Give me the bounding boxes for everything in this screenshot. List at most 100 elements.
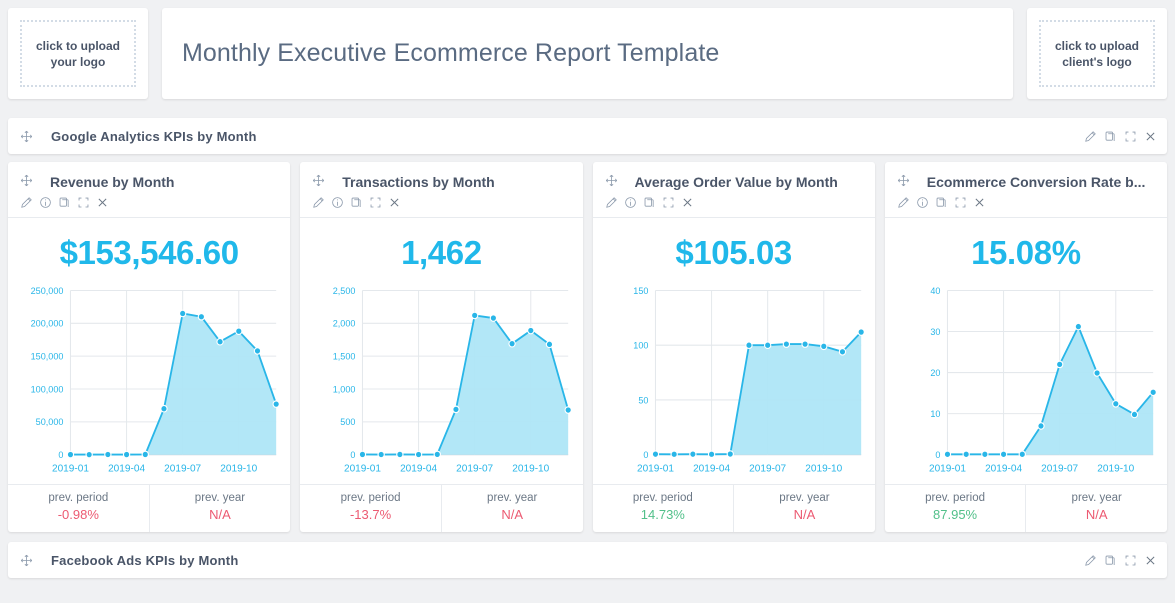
kpi-value: 1,462 bbox=[401, 234, 482, 271]
widget-transactions-by-month: Transactions by Month 1,462 0 500 1,000 1,5… bbox=[300, 162, 583, 532]
expand-icon[interactable] bbox=[1124, 554, 1137, 567]
kpi-widget-row: Revenue by Month $153,546.60 0 50,000 100,… bbox=[0, 162, 1175, 532]
prev-year-value: N/A bbox=[1085, 507, 1108, 522]
kpi-value: $105.03 bbox=[675, 234, 792, 271]
widget-title: Ecommerce Conversion Rate b... bbox=[926, 174, 1146, 190]
svg-text:2019-01: 2019-01 bbox=[636, 463, 673, 474]
prev-period-label: prev. period bbox=[632, 492, 693, 504]
svg-text:2,000: 2,000 bbox=[333, 319, 356, 329]
svg-text:2019-01: 2019-01 bbox=[344, 463, 381, 474]
report-title-card[interactable]: Monthly Executive Ecommerce Report Templ… bbox=[162, 8, 1013, 99]
svg-text:100: 100 bbox=[633, 340, 648, 350]
copy-icon[interactable] bbox=[935, 196, 948, 209]
chart-revenue-by-month: 0 50,000 100,000 150,000 200,000 250,000 2019-… bbox=[8, 280, 290, 484]
expand-icon[interactable] bbox=[1124, 130, 1137, 143]
close-icon[interactable] bbox=[96, 196, 109, 209]
expand-icon[interactable] bbox=[77, 196, 90, 209]
close-icon[interactable] bbox=[1144, 554, 1157, 567]
report-header: click to upload your logo Monthly Execut… bbox=[0, 0, 1175, 108]
close-icon[interactable] bbox=[1144, 130, 1157, 143]
copy-icon[interactable] bbox=[350, 196, 363, 209]
move-icon[interactable] bbox=[20, 130, 33, 143]
prev-period-value: 87.95% bbox=[933, 507, 978, 522]
widget-footer: prev. period 87.95% prev. year N/A bbox=[884, 484, 1167, 532]
upload-client-logo-box[interactable]: click to upload client's logo bbox=[1027, 8, 1167, 99]
widget-header: Average Order Value by Month bbox=[593, 162, 875, 190]
widget-header: Transactions by Month bbox=[300, 162, 582, 190]
widget-title: Average Order Value by Month bbox=[634, 174, 838, 190]
prev-period-value: 14.73% bbox=[640, 507, 685, 522]
copy-icon[interactable] bbox=[1104, 130, 1117, 143]
expand-icon[interactable] bbox=[954, 196, 967, 209]
svg-text:2019-10: 2019-10 bbox=[1097, 463, 1134, 474]
widget-toolbar bbox=[300, 190, 583, 218]
svg-text:2019-04: 2019-04 bbox=[985, 463, 1022, 474]
info-icon[interactable] bbox=[624, 196, 637, 209]
upload-client-logo-dropzone[interactable]: click to upload client's logo bbox=[1039, 20, 1155, 87]
svg-text:2019-10: 2019-10 bbox=[805, 463, 842, 474]
pencil-icon[interactable] bbox=[312, 196, 325, 209]
page-title: Monthly Executive Ecommerce Report Templ… bbox=[182, 39, 720, 67]
pencil-icon[interactable] bbox=[605, 196, 618, 209]
move-icon[interactable] bbox=[20, 554, 33, 567]
close-icon[interactable] bbox=[681, 196, 694, 209]
svg-text:2019-07: 2019-07 bbox=[749, 463, 786, 474]
prev-period-label: prev. period bbox=[340, 492, 401, 504]
prev-year-label: prev. year bbox=[1071, 492, 1122, 504]
close-icon[interactable] bbox=[973, 196, 986, 209]
prev-year-cell: prev. year N/A bbox=[440, 485, 583, 532]
widget-header: Ecommerce Conversion Rate b... bbox=[885, 162, 1167, 190]
widget-footer: prev. period -0.98% prev. year N/A bbox=[8, 484, 291, 532]
move-icon[interactable] bbox=[312, 174, 325, 187]
upload-own-logo-dropzone[interactable]: click to upload your logo bbox=[20, 20, 136, 87]
section-title: Facebook Ads KPIs by Month bbox=[51, 552, 239, 568]
upload-client-logo-line2: client's logo bbox=[1062, 54, 1132, 69]
prev-year-value: N/A bbox=[209, 507, 231, 522]
info-icon[interactable] bbox=[916, 196, 929, 209]
widget-footer: prev. period 14.73% prev. year N/A bbox=[592, 484, 875, 532]
move-icon[interactable] bbox=[897, 174, 910, 187]
widget-average-order-value-by-month: Average Order Value by Month $105.03 0 50… bbox=[592, 162, 875, 532]
svg-text:40: 40 bbox=[930, 286, 940, 296]
chart-ecommerce-conversion-rate-by-month: 0 10 20 30 40 2019-01 2019-04 2019-07 2019-10 bbox=[885, 280, 1167, 484]
prev-period-label: prev. period bbox=[48, 492, 109, 504]
prev-period-cell: prev. period 14.73% bbox=[593, 485, 734, 532]
copy-icon[interactable] bbox=[643, 196, 656, 209]
svg-text:150,000: 150,000 bbox=[31, 351, 64, 361]
svg-text:2,500: 2,500 bbox=[333, 286, 356, 296]
prev-year-label: prev. year bbox=[194, 492, 246, 504]
copy-icon[interactable] bbox=[58, 196, 71, 209]
widget-revenue-by-month: Revenue by Month $153,546.60 0 50,000 100,… bbox=[8, 162, 291, 532]
svg-text:50: 50 bbox=[638, 395, 648, 405]
svg-text:2019-01: 2019-01 bbox=[929, 463, 966, 474]
info-icon[interactable] bbox=[331, 196, 344, 209]
svg-text:0: 0 bbox=[643, 450, 648, 460]
chart-transactions-by-month: 0 500 1,000 1,500 2,000 2,500 2019-01 2019-04 20… bbox=[300, 280, 582, 484]
info-icon[interactable] bbox=[39, 196, 52, 209]
copy-icon[interactable] bbox=[1104, 554, 1117, 567]
upload-own-logo-box[interactable]: click to upload your logo bbox=[8, 8, 148, 99]
close-icon[interactable] bbox=[388, 196, 401, 209]
expand-icon[interactable] bbox=[662, 196, 675, 209]
svg-text:2019-07: 2019-07 bbox=[1041, 463, 1078, 474]
pencil-icon[interactable] bbox=[1084, 554, 1097, 567]
svg-text:200,000: 200,000 bbox=[31, 319, 64, 329]
pencil-icon[interactable] bbox=[1084, 130, 1097, 143]
prev-period-label: prev. period bbox=[925, 492, 985, 504]
svg-text:2019-04: 2019-04 bbox=[693, 463, 730, 474]
section-header-google-analytics: Google Analytics KPIs by Month bbox=[8, 118, 1167, 154]
move-icon[interactable] bbox=[20, 174, 33, 187]
upload-own-logo-line2: your logo bbox=[50, 54, 106, 69]
prev-year-label: prev. year bbox=[779, 492, 830, 504]
pencil-icon[interactable] bbox=[897, 196, 910, 209]
move-icon[interactable] bbox=[605, 174, 618, 187]
svg-text:0: 0 bbox=[935, 450, 940, 460]
svg-text:1,000: 1,000 bbox=[333, 384, 356, 394]
pencil-icon[interactable] bbox=[20, 196, 33, 209]
prev-year-cell: prev. year N/A bbox=[148, 485, 291, 532]
section-toolbar bbox=[1084, 130, 1157, 143]
prev-year-cell: prev. year N/A bbox=[733, 485, 875, 532]
prev-period-value: -0.98% bbox=[57, 507, 99, 522]
svg-text:100,000: 100,000 bbox=[31, 384, 64, 394]
expand-icon[interactable] bbox=[369, 196, 382, 209]
